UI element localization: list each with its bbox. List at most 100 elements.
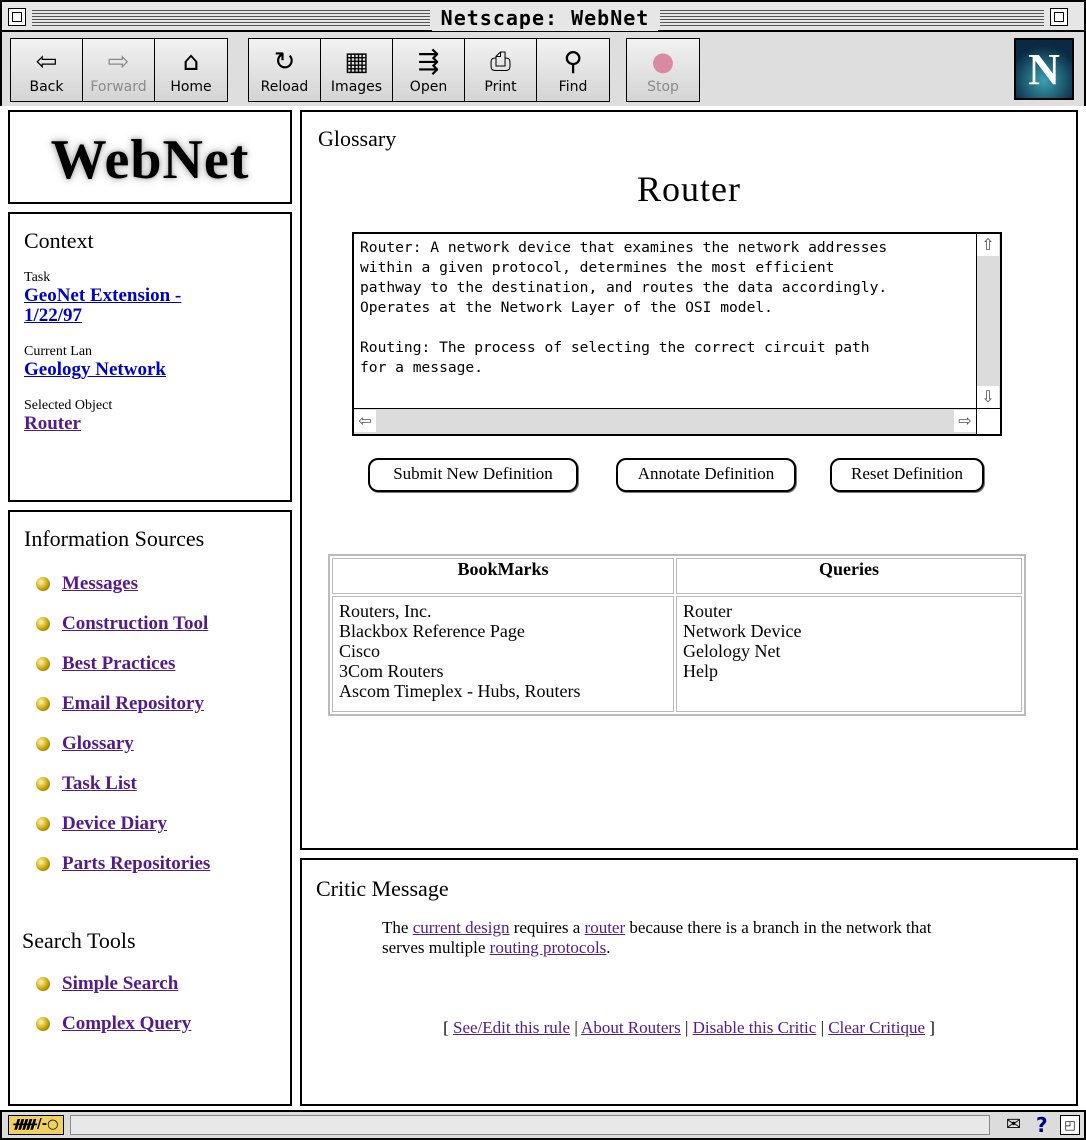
home-button[interactable]: ⌂ Home <box>155 39 227 101</box>
navigation-button-group: ⇦ Back ⇨ Forward ⌂ Home <box>10 38 228 102</box>
query-item[interactable]: Gelology Net <box>683 641 1015 661</box>
find-label: Find <box>558 79 588 95</box>
resize-grow-icon[interactable]: ◰ <box>1060 1115 1080 1135</box>
mail-icon[interactable]: ✉ <box>1006 1114 1021 1135</box>
list-item: Best Practices <box>24 644 290 684</box>
routing-protocols-link[interactable]: routing protocols <box>490 938 607 957</box>
source-link-parts-repositories[interactable]: Parts Repositories <box>62 853 210 875</box>
source-link-device-diary[interactable]: Device Diary <box>62 813 167 835</box>
about-routers-link[interactable]: About Routers <box>581 1018 681 1037</box>
back-arrow-icon: ⇦ <box>35 47 58 77</box>
critic-actions: [ See/Edit this rule | About Routers | D… <box>302 1018 1076 1038</box>
home-icon: ⌂ <box>182 47 200 77</box>
window-title: Netscape: WebNet <box>432 5 658 31</box>
images-button[interactable]: ▦ Images <box>321 39 393 101</box>
search-tools-heading: Search Tools <box>22 928 136 953</box>
clear-critique-link[interactable]: Clear Critique <box>828 1018 925 1037</box>
list-item: Parts Repositories <box>24 844 290 884</box>
webnet-logo: WebNet <box>50 129 250 191</box>
queries-cell: Router Network Device Gelology Net Help <box>676 596 1022 712</box>
stop-label: Stop <box>647 79 679 95</box>
scroll-up-icon[interactable]: ⇧ <box>977 234 999 256</box>
title-bar-stripes <box>32 8 430 26</box>
bookmark-item[interactable]: Cisco <box>339 641 667 661</box>
definition-text[interactable]: Router: A network device that examines t… <box>354 234 976 408</box>
reset-definition-button[interactable]: Reset Definition <box>830 458 984 492</box>
bullet-icon <box>36 777 50 791</box>
page-button-group: ↻ Reload ▦ Images ⇶ Open ⎙ Print ⚲ Find <box>248 38 610 102</box>
bracket: ] <box>925 1018 935 1037</box>
source-link-construction-tool[interactable]: Construction Tool <box>62 613 208 635</box>
task-link[interactable]: GeoNet Extension - 1/22/97 <box>24 286 234 326</box>
source-link-messages[interactable]: Messages <box>62 573 138 595</box>
current-lan-link[interactable]: Geology Network <box>24 360 290 380</box>
stop-button[interactable]: ● Stop <box>627 39 699 101</box>
source-link-task-list[interactable]: Task List <box>62 773 137 795</box>
critic-message-heading: Critic Message <box>316 876 449 901</box>
vertical-scrollbar[interactable]: ⇧ ⇩ <box>976 234 1000 408</box>
zoom-box[interactable] <box>1050 8 1068 26</box>
query-item[interactable]: Router <box>683 601 1015 621</box>
selected-object-label: Selected Object <box>24 398 113 413</box>
definition-textarea[interactable]: Router: A network device that examines t… <box>352 232 1002 436</box>
forward-button[interactable]: ⇨ Forward <box>83 39 155 101</box>
critic-text: . <box>606 938 611 957</box>
bullet-icon <box>36 657 50 671</box>
list-item: Task List <box>24 764 290 804</box>
see-edit-rule-link[interactable]: See/Edit this rule <box>453 1018 570 1037</box>
separator: | <box>816 1018 829 1037</box>
bookmark-item[interactable]: Ascom Timeplex - Hubs, Routers <box>339 681 667 701</box>
source-link-glossary[interactable]: Glossary <box>62 733 134 755</box>
netscape-logo[interactable]: N <box>1014 38 1074 100</box>
title-bar-stripes <box>660 8 1044 26</box>
source-link-best-practices[interactable]: Best Practices <box>62 653 175 675</box>
scroll-left-icon[interactable]: ⇦ <box>354 410 376 432</box>
bullet-icon <box>36 697 50 711</box>
stop-icon: ● <box>651 47 675 77</box>
annotate-definition-button[interactable]: Annotate Definition <box>616 458 796 492</box>
home-label: Home <box>170 79 212 95</box>
list-item: Complex Query <box>24 1004 290 1044</box>
bookmark-item[interactable]: Blackbox Reference Page <box>339 621 667 641</box>
information-sources-list: Messages Construction Tool Best Practice… <box>24 564 290 884</box>
print-button[interactable]: ⎙ Print <box>465 39 537 101</box>
current-design-link[interactable]: current design <box>413 918 510 937</box>
toolbar: ⇦ Back ⇨ Forward ⌂ Home ↻ Reload ▦ Image… <box>0 32 1086 106</box>
list-item: Email Repository <box>24 684 290 724</box>
query-item[interactable]: Help <box>683 661 1015 681</box>
open-button[interactable]: ⇶ Open <box>393 39 465 101</box>
simple-search-link[interactable]: Simple Search <box>62 973 178 995</box>
print-label: Print <box>484 79 517 95</box>
bookmarks-header: BookMarks <box>332 558 674 594</box>
bookmark-item[interactable]: 3Com Routers <box>339 661 667 681</box>
router-link[interactable]: router <box>585 918 626 937</box>
query-item[interactable]: Network Device <box>683 621 1015 641</box>
images-icon: ▦ <box>344 47 369 77</box>
bookmark-item[interactable]: Routers, Inc. <box>339 601 667 621</box>
scroll-down-icon[interactable]: ⇩ <box>977 386 999 408</box>
reload-button[interactable]: ↻ Reload <box>249 39 321 101</box>
security-key-icon[interactable]: ᚏ/-○ <box>8 1115 64 1135</box>
source-link-email-repository[interactable]: Email Repository <box>62 693 204 715</box>
help-icon[interactable]: ? <box>1036 1113 1048 1137</box>
bullet-icon <box>36 977 50 991</box>
bookmarks-queries-table: BookMarks Queries Routers, Inc. Blackbox… <box>328 554 1026 716</box>
submit-definition-button[interactable]: Submit New Definition <box>368 458 578 492</box>
open-icon: ⇶ <box>417 47 440 77</box>
close-box[interactable] <box>8 8 26 26</box>
horizontal-scrollbar[interactable]: ⇦ ⇨ <box>354 408 976 434</box>
selected-object-link[interactable]: Router <box>24 414 290 434</box>
back-button[interactable]: ⇦ Back <box>11 39 83 101</box>
critic-text: The <box>382 918 413 937</box>
context-heading: Context <box>24 228 94 253</box>
complex-query-link[interactable]: Complex Query <box>62 1013 191 1035</box>
stop-button-group: ● Stop <box>626 38 700 102</box>
information-sources-frame: Information Sources Messages Constructio… <box>8 510 292 1106</box>
scroll-right-icon[interactable]: ⇨ <box>954 410 976 432</box>
find-button[interactable]: ⚲ Find <box>537 39 609 101</box>
reload-icon: ↻ <box>273 47 296 77</box>
window-title-bar[interactable]: Netscape: WebNet <box>0 0 1086 32</box>
list-item: Messages <box>24 564 290 604</box>
bullet-icon <box>36 617 50 631</box>
disable-critic-link[interactable]: Disable this Critic <box>693 1018 817 1037</box>
